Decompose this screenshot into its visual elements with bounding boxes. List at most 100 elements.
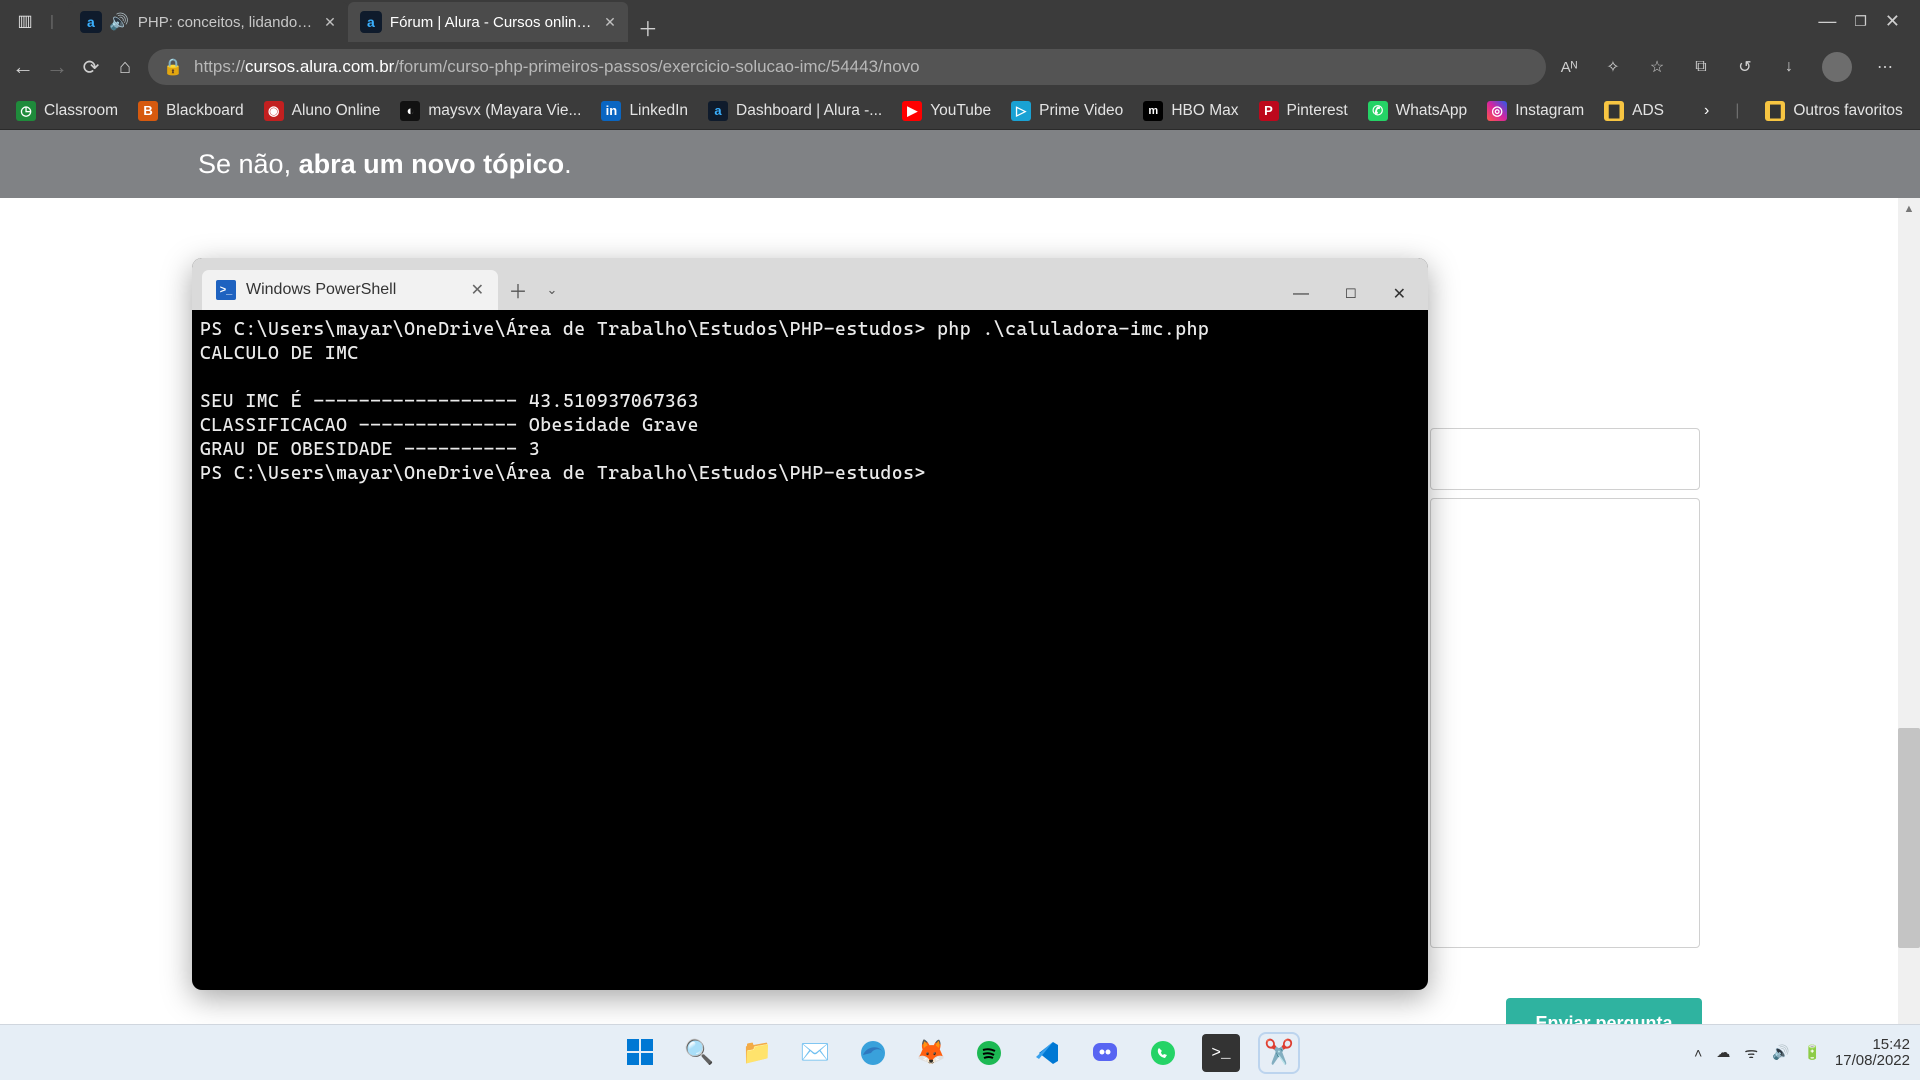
bookmark-label: Blackboard [166,102,244,120]
volume-icon[interactable]: 🔊 [1772,1044,1789,1061]
bookmark-item[interactable]: ▇ADS [1604,101,1664,121]
window-minimize-icon[interactable]: — [1293,285,1309,303]
terminal-new-tab[interactable]: ＋ [498,270,538,310]
bookmarks-overflow-icon[interactable]: › [1704,96,1709,126]
close-icon[interactable]: ✕ [604,14,616,31]
browser-toolbar: ← → ⟳ ⌂ 🔒 https://cursos.alura.com.br/fo… [0,42,1920,92]
scroll-up-icon[interactable]: ▲ [1898,198,1920,220]
form-input-title[interactable] [1430,428,1700,490]
snipping-tool-icon[interactable]: ✂️ [1260,1034,1298,1072]
bookmark-label: Pinterest [1287,102,1348,120]
bookmark-item[interactable]: ◎Instagram [1487,101,1584,121]
bookmarks-bar: ◷Classroom BBlackboard ◉Aluno Online ◐ma… [0,92,1920,130]
history-icon[interactable]: ↺ [1734,56,1756,78]
tab-actions-icon[interactable]: ▥ [14,10,36,32]
window-minimize-icon[interactable]: — [1818,11,1836,32]
firefox-icon[interactable]: 🦊 [912,1034,950,1072]
bookmark-label: ADS [1632,102,1664,120]
shopping-icon[interactable]: ✧ [1602,56,1624,78]
file-explorer-icon[interactable]: 📁 [738,1034,776,1072]
back-icon[interactable]: ← [12,56,34,78]
bookmark-item[interactable]: ◐maysvx (Mayara Vie... [400,101,581,121]
favorites-icon[interactable]: ☆ [1646,56,1668,78]
page-scrollbar[interactable]: ▲ ▼ [1898,198,1920,1044]
browser-tab-php[interactable]: a 🔊 PHP: conceitos, lidando com ✕ [68,2,348,42]
alura-icon: a [360,11,382,33]
terminal-icon[interactable]: >_ [1202,1034,1240,1072]
banner-lead: Se não, [198,149,299,179]
battery-icon[interactable]: 🔋 [1803,1044,1820,1061]
bookmark-item[interactable]: ✆WhatsApp [1368,101,1468,121]
downloads-icon[interactable]: ↓ [1778,56,1800,78]
bookmark-item[interactable]: ▶YouTube [902,101,991,121]
discord-icon[interactable] [1086,1034,1124,1072]
whatsapp-icon[interactable] [1144,1034,1182,1072]
bookmark-item[interactable]: PPinterest [1259,101,1348,121]
bookmark-item[interactable]: ◷Classroom [16,101,118,121]
terminal-tab[interactable]: >_ Windows PowerShell ✕ [202,270,498,310]
bookmark-item[interactable]: ◉Aluno Online [264,101,381,121]
window-restore-icon[interactable]: ❐ [1854,13,1867,30]
banner-bold: abra um novo tópico [299,149,565,179]
close-icon[interactable]: ✕ [471,280,484,300]
home-icon[interactable]: ⌂ [114,56,136,78]
window-maximize-icon[interactable]: ☐ [1345,286,1357,302]
chevron-down-icon[interactable]: ⌄ [538,270,566,310]
mail-icon[interactable]: ✉️ [796,1034,834,1072]
vscode-icon[interactable] [1028,1034,1066,1072]
browser-tab-forum[interactable]: a Fórum | Alura - Cursos online de ✕ [348,2,628,42]
new-tab-button[interactable]: ＋ [628,13,668,42]
url-scheme: https:// [194,57,245,76]
collections-icon[interactable]: ⧉ [1690,56,1712,78]
start-button[interactable] [622,1034,660,1072]
window-close-icon[interactable]: ✕ [1885,11,1900,32]
search-icon[interactable]: 🔍 [680,1034,718,1072]
wifi-icon[interactable]: ᯤ [1744,1043,1758,1063]
taskbar-date: 17/08/2022 [1835,1053,1910,1069]
tab-label: PHP: conceitos, lidando com [138,14,316,31]
terminal-window[interactable]: >_ Windows PowerShell ✕ ＋ ⌄ — ☐ ✕ PS C:\… [192,258,1428,990]
bookmark-label: Classroom [44,102,118,120]
page-banner: Se não, abra um novo tópico. [0,130,1920,198]
bookmark-label: YouTube [930,102,991,120]
bookmark-label: maysvx (Mayara Vie... [428,102,581,120]
bookmark-item[interactable]: ▷Prime Video [1011,101,1123,121]
other-bookmarks-label: Outros favoritos [1793,102,1902,120]
reload-icon[interactable]: ⟳ [80,56,102,78]
read-aloud-icon[interactable]: Aᴺ [1558,56,1580,78]
bookmark-item[interactable]: aDashboard | Alura -... [708,101,882,121]
onedrive-icon[interactable]: ☁ [1716,1044,1730,1061]
edge-icon[interactable] [854,1034,892,1072]
bookmark-item[interactable]: BBlackboard [138,101,244,121]
terminal-titlebar[interactable]: >_ Windows PowerShell ✕ ＋ ⌄ — ☐ ✕ [192,258,1428,310]
page-body: Enviar pergunta ▲ ▼ >_ Windows PowerShel… [0,198,1920,1044]
bookmark-label: Dashboard | Alura -... [736,102,882,120]
scrollbar-thumb[interactable] [1898,728,1920,948]
lock-icon[interactable]: 🔒 [162,56,184,78]
more-icon[interactable]: ⋯ [1874,56,1896,78]
close-icon[interactable]: ✕ [324,14,336,31]
bookmark-label: Prime Video [1039,102,1123,120]
bookmark-label: HBO Max [1171,102,1238,120]
url-path: /forum/curso-php-primeiros-passos/exerci… [394,57,919,76]
windows-taskbar: 🔍 📁 ✉️ 🦊 >_ ✂️ ˄ ☁ ᯤ 🔊 🔋 15:42 17/08/202… [0,1024,1920,1080]
bookmark-item[interactable]: mHBO Max [1143,101,1238,121]
forward-icon: → [46,56,68,78]
terminal-output[interactable]: PS C:\Users\mayar\OneDrive\Área de Traba… [192,310,1428,494]
address-bar[interactable]: 🔒 https://cursos.alura.com.br/forum/curs… [148,49,1546,85]
bookmark-item[interactable]: inLinkedIn [601,101,688,121]
window-close-icon[interactable]: ✕ [1393,284,1406,304]
form-input-body[interactable] [1430,498,1700,948]
tab-label: Fórum | Alura - Cursos online de [390,14,596,31]
profile-avatar[interactable] [1822,52,1852,82]
bookmark-label: LinkedIn [629,102,688,120]
other-bookmarks[interactable]: ▇ Outros favoritos [1765,101,1920,121]
powershell-icon: >_ [216,280,236,300]
page-viewport: Se não, abra um novo tópico. Enviar perg… [0,130,1920,1044]
banner-tail: . [564,149,572,179]
spotify-icon[interactable] [970,1034,1008,1072]
tray-overflow-icon[interactable]: ˄ [1694,1045,1702,1061]
url-domain: cursos.alura.com.br [245,57,394,76]
speaker-icon: 🔊 [108,11,130,33]
taskbar-clock[interactable]: 15:42 17/08/2022 [1835,1037,1910,1069]
